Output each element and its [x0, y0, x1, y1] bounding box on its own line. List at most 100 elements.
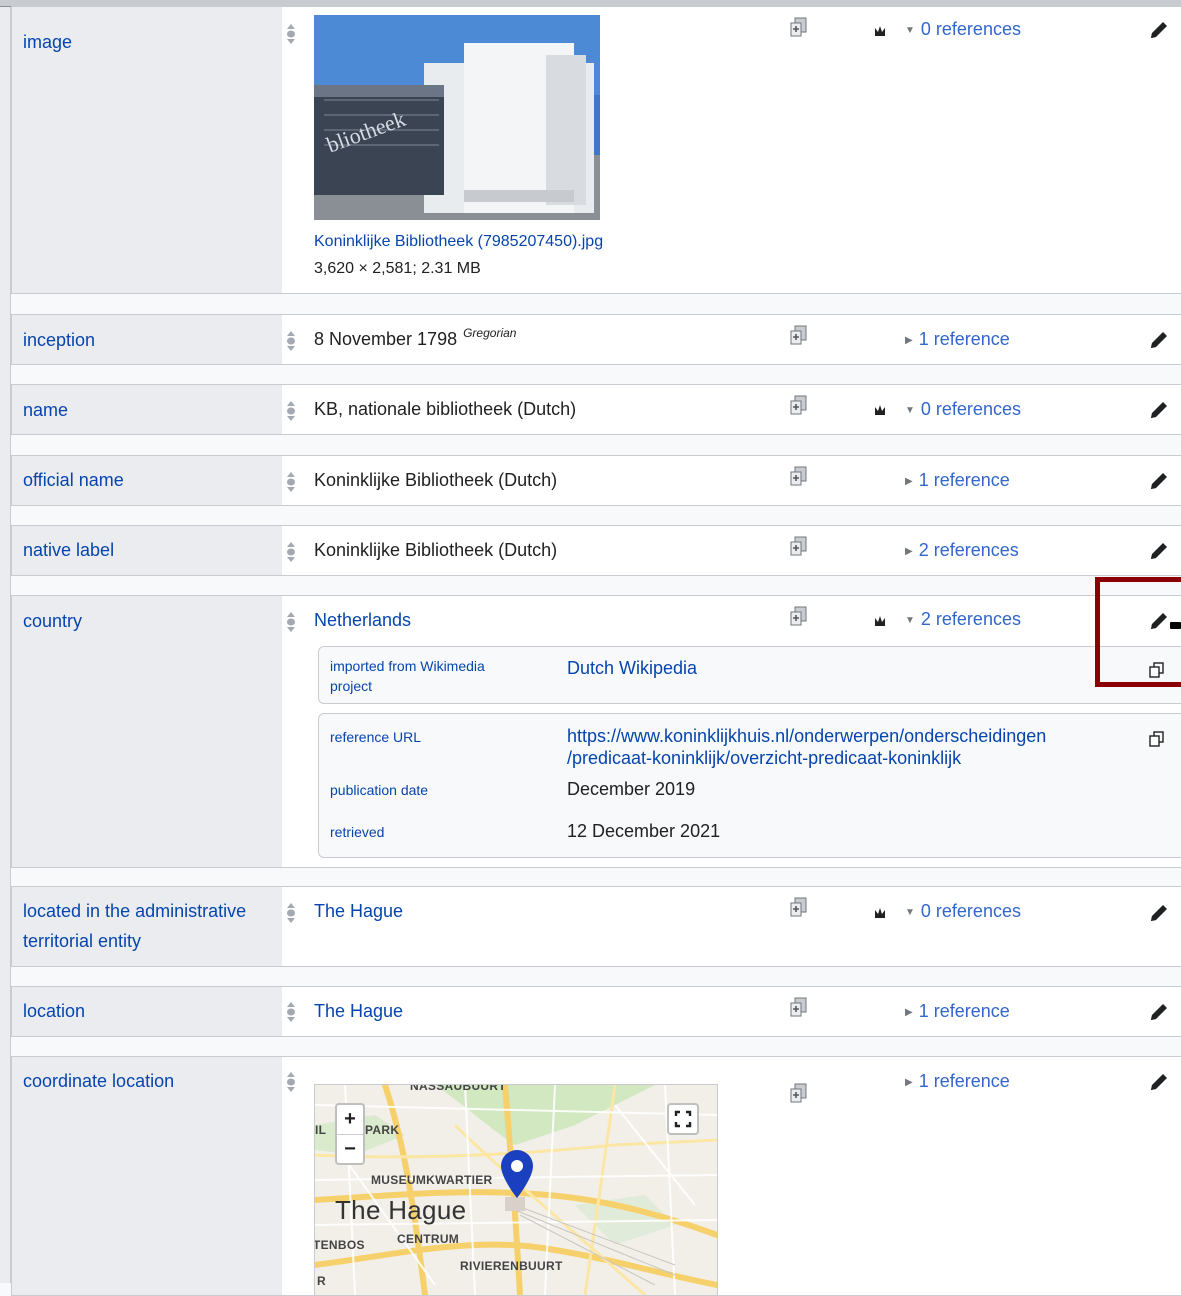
- references-count: 1 reference: [918, 329, 1010, 349]
- property-cell: image: [12, 7, 282, 293]
- rank-normal-icon[interactable]: [286, 23, 296, 45]
- statement-value: Koninklijke Bibliotheek (Dutch): [314, 470, 558, 490]
- highlight-box: [1095, 577, 1181, 687]
- reference-block: reference URL https://www.koninklijkhuis…: [318, 713, 1181, 858]
- zoom-out-button[interactable]: −: [337, 1135, 363, 1164]
- rank-normal-icon[interactable]: [286, 400, 296, 422]
- pencil-icon[interactable]: [1148, 19, 1170, 41]
- property-label-native-label[interactable]: native label: [23, 535, 268, 565]
- property-label-location[interactable]: location: [23, 996, 268, 1026]
- add-qualifier-icon[interactable]: [790, 325, 808, 345]
- map-label: CENTRUM: [397, 1232, 460, 1246]
- references-count: 0 references: [920, 19, 1021, 39]
- pencil-icon[interactable]: [1148, 902, 1170, 924]
- located-in-value-link[interactable]: The Hague: [314, 901, 403, 921]
- rank-preferred-icon[interactable]: [872, 904, 888, 920]
- references-toggle[interactable]: ▶ 1 reference: [905, 1070, 1010, 1096]
- map-label: IL: [315, 1123, 327, 1137]
- references-toggle[interactable]: ▶ 1 reference: [905, 328, 1010, 354]
- pencil-icon[interactable]: [1148, 1001, 1170, 1023]
- rank-normal-icon[interactable]: [286, 330, 296, 352]
- collapse-triangle-icon: ▼: [905, 25, 915, 36]
- statement-country: country Netherlands ▼ 2 references import…: [11, 595, 1181, 868]
- rank-normal-icon[interactable]: [286, 1001, 296, 1023]
- collapse-triangle-icon: ▼: [905, 405, 915, 416]
- reference-property[interactable]: reference URL: [330, 727, 421, 747]
- add-qualifier-icon[interactable]: [790, 395, 808, 415]
- references-toggle[interactable]: ▼ 2 references: [905, 608, 1021, 634]
- rank-normal-icon[interactable]: [286, 541, 296, 563]
- references-toggle[interactable]: ▶ 1 reference: [905, 469, 1010, 495]
- add-qualifier-icon[interactable]: [790, 536, 808, 556]
- references-toggle[interactable]: ▼ 0 references: [905, 398, 1021, 424]
- references-toggle[interactable]: ▶ 1 reference: [905, 1000, 1010, 1026]
- references-count: 2 references: [918, 540, 1019, 560]
- pencil-icon[interactable]: [1148, 470, 1170, 492]
- map-city-label: The Hague: [335, 1195, 467, 1225]
- statement-native-label: native label Koninklijke Bibliotheek (Du…: [11, 525, 1181, 576]
- pencil-icon[interactable]: [1148, 540, 1170, 562]
- references-toggle[interactable]: ▶ 2 references: [905, 539, 1019, 565]
- country-value-link[interactable]: Netherlands: [314, 610, 411, 630]
- property-label-name[interactable]: name: [23, 395, 268, 425]
- property-label-image[interactable]: image: [23, 27, 268, 57]
- map-pin-icon[interactable]: [497, 1148, 537, 1200]
- expand-triangle-icon: ▶: [905, 546, 913, 557]
- reference-url[interactable]: https://www.koninklijkhuis.nl/onderwerpe…: [567, 725, 1046, 769]
- map-label: RIVIERENBUURT: [460, 1259, 563, 1273]
- pencil-icon[interactable]: [1148, 329, 1170, 351]
- property-label-coordinate-location[interactable]: coordinate location: [23, 1066, 268, 1096]
- reference-property[interactable]: retrieved: [330, 822, 384, 842]
- pencil-icon[interactable]: [1148, 399, 1170, 421]
- mouse-cursor: [1170, 622, 1181, 629]
- statement-inception: inception 8 November 1798 Gregorian ▶ 1 re…: [11, 314, 1181, 365]
- property-label-located-in[interactable]: located in the administrative territoria…: [23, 896, 268, 956]
- reference-block: imported from Wikimedia project Dutch Wi…: [318, 646, 1181, 704]
- references-toggle[interactable]: ▼ 0 references: [905, 900, 1021, 926]
- reference-url-line2[interactable]: /predicaat-koninklijk/overzicht-predicaa…: [567, 747, 1046, 769]
- rank-normal-icon[interactable]: [286, 471, 296, 493]
- property-cell: official name: [12, 456, 282, 505]
- image-file-link[interactable]: Koninklijke Bibliotheek (7985207450).jpg: [314, 233, 603, 251]
- left-gutter: [0, 0, 11, 1283]
- add-qualifier-icon[interactable]: [790, 466, 808, 486]
- rank-preferred-icon[interactable]: [872, 401, 888, 417]
- rank-preferred-icon[interactable]: [872, 22, 888, 38]
- image-thumbnail[interactable]: bliotheek: [314, 15, 600, 220]
- rank-normal-icon[interactable]: [286, 902, 296, 924]
- add-qualifier-icon[interactable]: [790, 17, 808, 37]
- add-qualifier-icon[interactable]: [790, 897, 808, 917]
- zoom-in-button[interactable]: +: [337, 1105, 363, 1135]
- reference-value: 12 December 2021: [567, 821, 721, 841]
- references-count: 1 reference: [918, 1001, 1010, 1021]
- location-map[interactable]: NASSAUBUURT PARK IL MUSEUMKWARTIER The H…: [314, 1084, 718, 1296]
- add-qualifier-icon[interactable]: [790, 606, 808, 626]
- reference-property-link[interactable]: publication date: [330, 782, 428, 798]
- add-qualifier-icon[interactable]: [790, 1083, 808, 1103]
- reference-property-link[interactable]: reference URL: [330, 729, 421, 745]
- rank-normal-icon[interactable]: [286, 1071, 296, 1093]
- rank-preferred-icon[interactable]: [872, 612, 888, 628]
- property-label-country[interactable]: country: [23, 606, 268, 636]
- references-toggle[interactable]: ▼ 0 references: [905, 18, 1021, 44]
- reference-property[interactable]: imported from Wikimedia project: [330, 656, 530, 696]
- rank-normal-icon[interactable]: [286, 611, 296, 633]
- reference-value-link[interactable]: Dutch Wikipedia: [567, 658, 697, 678]
- calendar-model: Gregorian: [463, 326, 517, 340]
- expand-triangle-icon: ▶: [905, 335, 913, 346]
- add-qualifier-icon[interactable]: [790, 997, 808, 1017]
- copy-icon[interactable]: [1148, 730, 1166, 748]
- reference-property-link[interactable]: imported from Wikimedia project: [330, 658, 485, 694]
- map-label: NASSAUBUURT: [410, 1084, 506, 1093]
- reference-url-line1[interactable]: https://www.koninklijkhuis.nl/onderwerpe…: [567, 725, 1046, 747]
- reference-property-link[interactable]: retrieved: [330, 824, 384, 840]
- property-cell: name: [12, 385, 282, 434]
- property-label-official-name[interactable]: official name: [23, 465, 268, 495]
- reference-property[interactable]: publication date: [330, 780, 428, 800]
- pencil-icon[interactable]: [1148, 1071, 1170, 1093]
- property-label-inception[interactable]: inception: [23, 325, 268, 355]
- location-value-link[interactable]: The Hague: [314, 1001, 403, 1021]
- map-label: R: [317, 1274, 326, 1288]
- fullscreen-icon[interactable]: [667, 1103, 699, 1135]
- references-count: 1 reference: [918, 470, 1010, 490]
